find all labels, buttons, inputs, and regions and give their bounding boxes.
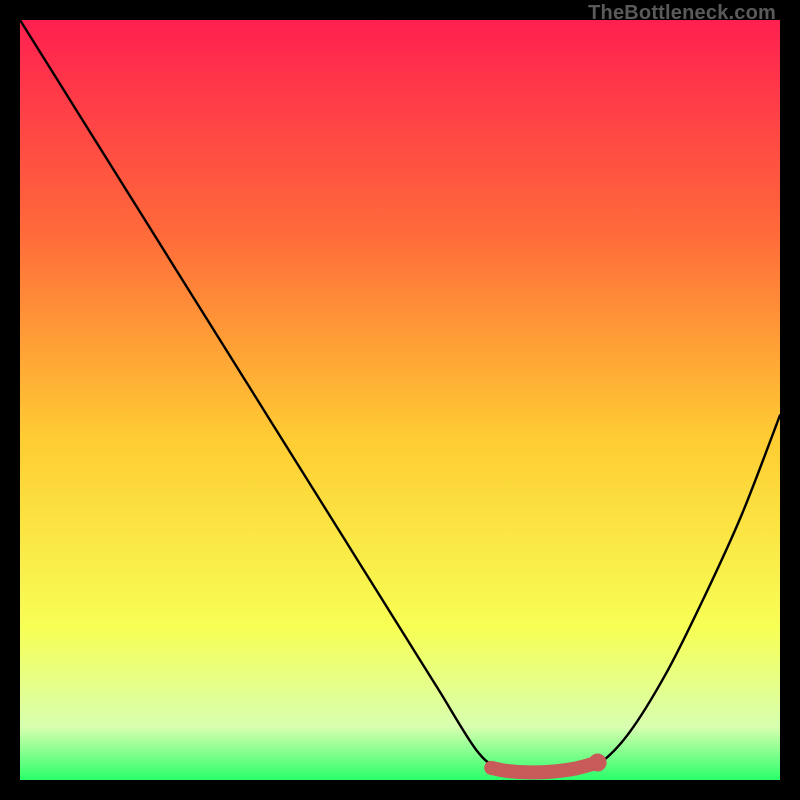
flat-zone-marker — [491, 763, 597, 773]
curve-layer — [20, 20, 780, 780]
bottleneck-curve-path — [20, 20, 780, 773]
flat-zone-end-dot — [589, 754, 607, 772]
plot-area — [20, 20, 780, 780]
chart-frame: TheBottleneck.com — [0, 0, 800, 800]
